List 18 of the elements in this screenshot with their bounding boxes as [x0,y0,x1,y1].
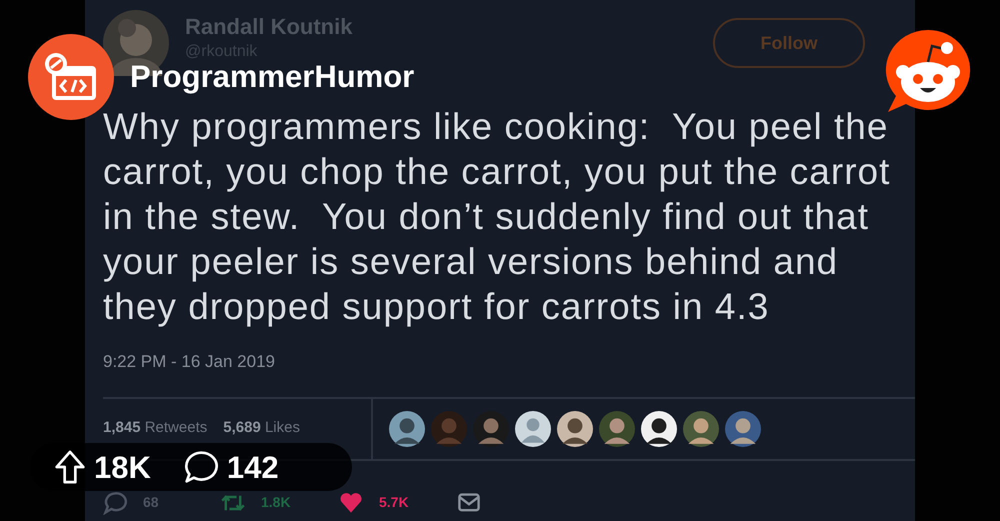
subreddit-name: ProgrammerHumor [130,58,414,96]
message-icon[interactable] [457,490,481,514]
upvote-count: 18K [94,452,151,482]
reddit-logo-icon [884,28,972,114]
default-avatar-icon[interactable] [515,410,551,446]
reply-count: 68 [143,493,159,512]
comment-icon[interactable] [182,450,219,484]
comment-count: 142 [226,452,279,482]
stat-count[interactable]: 5,689 Likes [223,417,300,440]
timestamp: 9:22 PM - 16 Jan 2019 [103,351,276,373]
like-icon[interactable] [339,490,363,514]
tweet-text: Why programmers like cooking: You peel the carrot, you chop the carrot, you put the carrot in the stew. You don’t suddenly find out that your peeler is several versions behind and they dropped support for carrots in 4.3 [103,105,892,329]
author-name: Randall Koutnik [185,14,354,40]
upvote-icon[interactable] [54,450,86,484]
stat-count[interactable]: 1,845 Retweets [103,417,208,440]
reply-icon[interactable] [103,490,127,514]
retweet-count: 1.8K [261,493,291,512]
like-count: 5.7K [379,493,409,512]
